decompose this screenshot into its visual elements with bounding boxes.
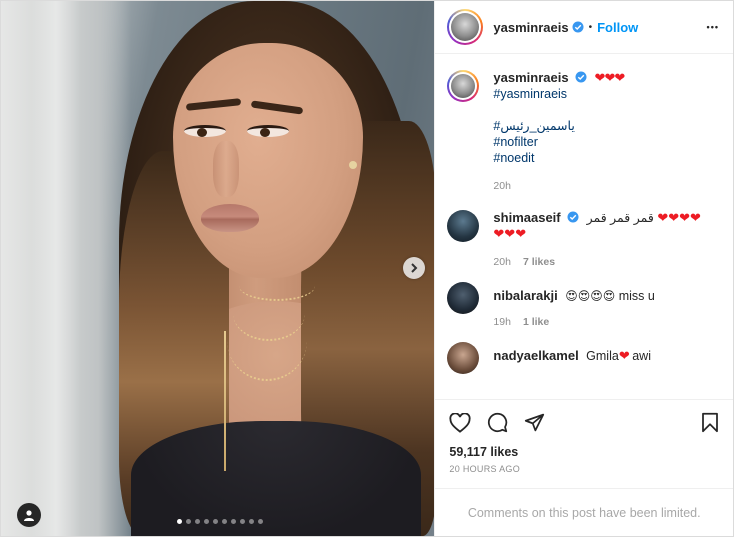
comment-body: nibalarakji 😍😍😍😍 miss u 19h 1 like (493, 282, 719, 328)
avatar (451, 74, 476, 98)
header-separator: • (588, 21, 593, 33)
comment-hearts-line2: ❤❤❤ (493, 226, 527, 241)
comment-time: 19h (493, 316, 511, 328)
caption-username[interactable]: yasminraeis (493, 70, 568, 85)
comment-hearts: ❤❤❤❤ (657, 210, 702, 225)
carousel-dot (195, 519, 200, 524)
comment-text: Gmila (586, 349, 619, 363)
comment-username[interactable]: nadyaelkamel (493, 348, 578, 363)
comment-item: shimaaseif قمر قمر قمر ❤❤❤❤ ❤❤❤ 20h 7 li… (447, 210, 719, 268)
like-heart-icon[interactable] (449, 412, 471, 433)
post-header: yasminraeis • Follow ••• (435, 1, 733, 54)
photo-nose (213, 141, 239, 197)
comment-likes[interactable]: 7 likes (523, 256, 555, 268)
comment-username[interactable]: shimaaseif (493, 210, 560, 225)
comment-emojis: 😍😍😍😍 (565, 289, 616, 303)
comment-meta: 19h 1 like (493, 316, 719, 328)
carousel-indicator (177, 519, 263, 524)
photo-lips (201, 204, 259, 232)
comment-body: nadyaelkamel Gmila❤ awi (493, 342, 719, 364)
tagged-users-button[interactable] (17, 503, 41, 527)
carousel-dot (258, 519, 263, 524)
caption-hearts: ❤❤❤ (594, 70, 626, 85)
comment-line: nadyaelkamel Gmila❤ awi (493, 348, 719, 364)
carousel-dot (222, 519, 227, 524)
post-media[interactable] (1, 1, 435, 536)
verified-badge-icon (567, 211, 579, 223)
photo-necklace-3 (227, 301, 307, 381)
photo-earring (349, 161, 357, 169)
carousel-dot (204, 519, 209, 524)
follow-button[interactable]: Follow (597, 20, 638, 35)
carousel-dot (249, 519, 254, 524)
carousel-dot (213, 519, 218, 524)
avatar (451, 13, 480, 41)
comments-limited-notice: Comments on this post have been limited. (435, 488, 733, 536)
hashtag-link[interactable]: #nofilter (493, 134, 624, 150)
avatar[interactable] (447, 282, 480, 314)
verified-badge-icon (575, 71, 587, 83)
comment-body: shimaaseif قمر قمر قمر ❤❤❤❤ ❤❤❤ 20h 7 li… (493, 210, 719, 268)
comment-username[interactable]: nibalarakji (493, 288, 557, 303)
carousel-dot (177, 519, 182, 524)
caption-time: 20h (493, 180, 511, 192)
caption-avatar-inner (449, 72, 478, 100)
comment-heart: ❤ (618, 348, 630, 363)
photo-chain (224, 331, 226, 471)
carousel-dot (186, 519, 191, 524)
carousel-next-button[interactable] (403, 257, 425, 279)
author-avatar[interactable] (447, 9, 484, 45)
more-options-button[interactable]: ••• (707, 22, 719, 32)
chevron-right-icon (411, 263, 418, 273)
comment-item: nadyaelkamel Gmila❤ awi (447, 342, 719, 374)
post-sidebar: yasminraeis • Follow ••• yasminraeis ❤❤❤… (434, 1, 733, 536)
comment-likes[interactable]: 1 like (523, 316, 549, 328)
author-avatar-inner (449, 11, 482, 43)
avatar[interactable] (447, 210, 480, 242)
user-tag-icon (24, 510, 34, 521)
photo-curtain-highlight (31, 1, 81, 536)
hashtag-link[interactable]: #noedit (493, 150, 624, 166)
post-timestamp[interactable]: 20 HOURS AGO (435, 459, 733, 474)
comment-time: 20h (493, 256, 511, 268)
comment-icon[interactable] (487, 412, 508, 433)
caption-body: yasminraeis ❤❤❤ #yasminraeis #ياسمين_رئي… (493, 70, 626, 192)
caption-avatar[interactable] (447, 70, 480, 102)
comment-line: shimaaseif قمر قمر قمر ❤❤❤❤ ❤❤❤ (493, 210, 719, 242)
caption: yasminraeis ❤❤❤ #yasminraeis #ياسمين_رئي… (447, 70, 719, 192)
photo-eye-right (247, 125, 289, 137)
save-bookmark-icon[interactable] (701, 412, 719, 433)
share-icon[interactable] (524, 412, 545, 433)
comment-meta: 20h 7 likes (493, 256, 719, 268)
comment-text: قمر قمر قمر (586, 211, 654, 225)
hashtag-link[interactable]: #yasminraeis (493, 86, 624, 102)
photo-eye-left (184, 125, 226, 137)
caption-line: yasminraeis ❤❤❤ (493, 70, 626, 86)
comment-line: nibalarakji 😍😍😍😍 miss u (493, 288, 719, 304)
verified-badge-icon (572, 21, 584, 33)
avatar[interactable] (447, 342, 480, 374)
hashtag-link[interactable]: #ياسمين_رئيس (493, 118, 624, 134)
comments-list[interactable]: yasminraeis ❤❤❤ #yasminraeis #ياسمين_رئي… (435, 54, 733, 399)
author-username[interactable]: yasminraeis (493, 20, 568, 35)
likes-count[interactable]: 59,117 likes (435, 445, 733, 459)
comment-text-after: awi (632, 349, 651, 363)
carousel-dot (231, 519, 236, 524)
carousel-dot (240, 519, 245, 524)
comment-item: nibalarakji 😍😍😍😍 miss u 19h 1 like (447, 282, 719, 328)
post-dialog: yasminraeis • Follow ••• yasminraeis ❤❤❤… (0, 0, 734, 537)
comment-text: miss u (618, 289, 655, 303)
post-actions (435, 399, 733, 445)
photo-top (131, 421, 421, 536)
caption-meta: 20h (493, 180, 624, 192)
